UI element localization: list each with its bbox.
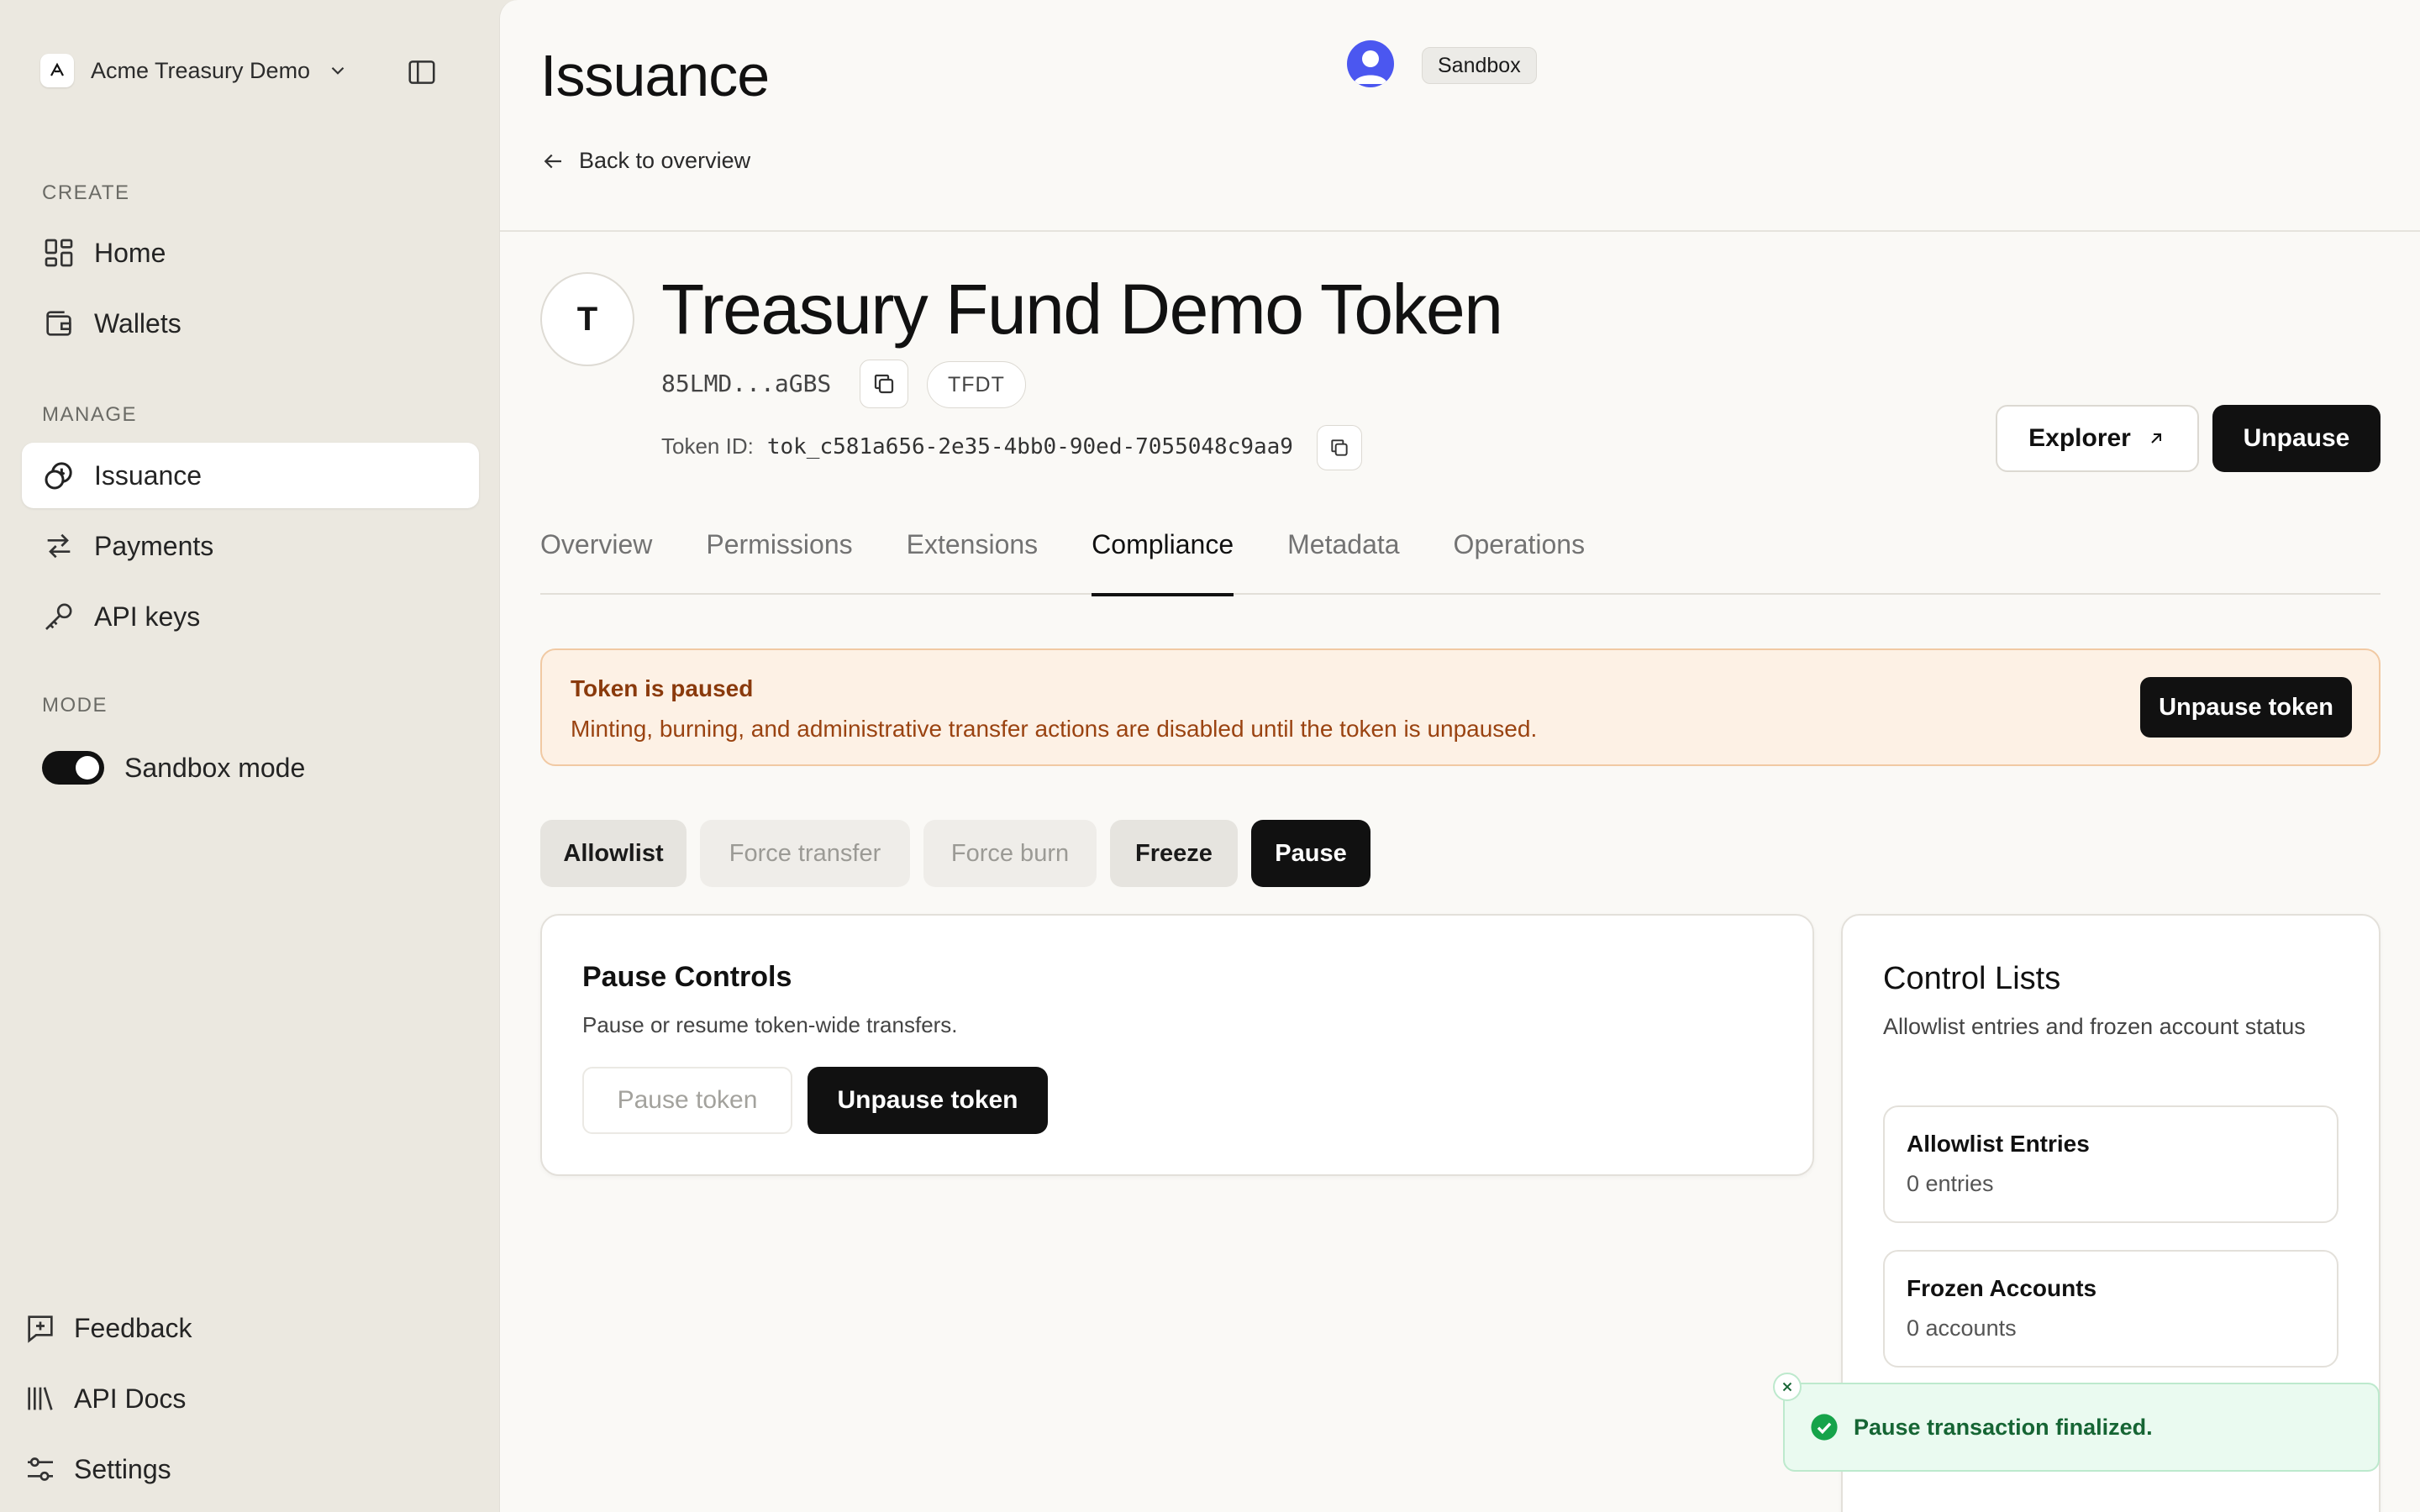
copy-address-button[interactable] (860, 360, 908, 408)
explorer-button-label: Explorer (2028, 424, 2131, 452)
back-link-label: Back to overview (579, 148, 751, 173)
sidebar-item-settings[interactable]: Settings (22, 1440, 476, 1499)
arrow-up-right-icon (2151, 433, 2161, 444)
control-lists-description: Allowlist entries and frozen account sta… (1883, 1014, 2306, 1039)
sidebar-item-home[interactable]: Home (22, 220, 479, 286)
sidebar-item-label: Home (94, 237, 166, 268)
tab-extensions[interactable]: Extensions (907, 521, 1039, 595)
close-icon (1782, 1382, 1792, 1392)
alert-unpause-token-button[interactable]: Unpause token (2140, 677, 2352, 738)
workspace-name: Acme Treasury Demo (91, 57, 311, 83)
header-divider (500, 230, 2420, 232)
key-icon (45, 603, 72, 630)
library-icon (28, 1387, 53, 1410)
sidebar-item-api-docs[interactable]: API Docs (22, 1369, 476, 1428)
sidebar-item-api-keys[interactable]: API keys (22, 584, 479, 649)
workspace-switcher[interactable]: Acme Treasury Demo (40, 47, 376, 94)
pause-controls-card: Pause Controls Pause or resume token-wid… (540, 914, 1814, 1176)
sidebar-toggle-icon (408, 60, 435, 84)
sidebar: Acme Treasury Demo CREATE Home Wallets M… (0, 0, 499, 1512)
paused-alert: Token is paused Minting, burning, and ad… (540, 648, 2381, 766)
workspace-logo-icon (40, 54, 74, 87)
toast-message: Pause transaction finalized. (1854, 1414, 2153, 1440)
alert-description: Minting, burning, and administrative tra… (571, 716, 1538, 742)
token-symbol-badge: TFDT (927, 361, 1026, 408)
success-toast: Pause transaction finalized. (1783, 1383, 2380, 1472)
chevron-down-icon (331, 66, 345, 75)
sidebar-item-feedback[interactable]: Feedback (22, 1299, 476, 1357)
allowlist-entries-value: 0 entries (1907, 1171, 1994, 1196)
sidebar-item-payments[interactable]: Payments (22, 513, 479, 579)
compliance-tab-force-burn[interactable]: Force burn (923, 820, 1097, 887)
frozen-accounts-title: Frozen Accounts (1907, 1275, 2097, 1301)
tab-metadata[interactable]: Metadata (1287, 521, 1399, 595)
frozen-accounts-card: Frozen Accounts 0 accounts (1883, 1250, 2338, 1368)
allowlist-entries-title: Allowlist Entries (1907, 1131, 2090, 1157)
toast-close-button[interactable] (1773, 1373, 1802, 1401)
tab-permissions[interactable]: Permissions (706, 521, 852, 595)
sidebar-item-label: Issuance (94, 459, 203, 491)
copy-icon (874, 374, 894, 394)
token-name: Treasury Fund Demo Token (661, 270, 1503, 349)
pause-token-button[interactable]: Pause token (582, 1067, 792, 1134)
arrows-swap-icon (47, 533, 71, 559)
user-avatar[interactable] (1347, 40, 1394, 87)
sidebar-item-label: Settings (74, 1453, 171, 1484)
token-id-value: tok_c581a656-2e35-4bb0-90ed-7055048c9aa9 (766, 433, 1293, 459)
compliance-tab-allowlist[interactable]: Allowlist (540, 820, 687, 887)
control-lists-title: Control Lists (1883, 961, 2061, 996)
back-to-overview-link[interactable]: Back to overview (540, 148, 750, 174)
tab-operations[interactable]: Operations (1454, 521, 1586, 595)
user-icon (1354, 50, 1387, 84)
section-label-mode: MODE (42, 694, 108, 717)
token-id-label: Token ID: (661, 433, 754, 459)
sidebar-item-label: Payments (94, 530, 214, 561)
alert-title: Token is paused (571, 675, 754, 701)
page-title: Issuance (540, 43, 770, 108)
pause-controls-title: Pause Controls (582, 961, 792, 993)
token-avatar: T (540, 272, 634, 366)
sidebar-item-wallets[interactable]: Wallets (22, 291, 479, 356)
sidebar-collapse-button[interactable] (403, 54, 440, 91)
sidebar-item-label: API keys (94, 601, 201, 632)
check-circle-icon (1811, 1414, 1838, 1441)
sliders-icon (28, 1457, 53, 1481)
wallet-icon (46, 311, 71, 336)
copy-token-id-button[interactable] (1317, 425, 1362, 470)
arrow-left-icon (544, 154, 561, 168)
sidebar-item-label: Feedback (74, 1312, 192, 1343)
feedback-icon (28, 1315, 53, 1343)
section-label-manage: MANAGE (42, 403, 138, 426)
tab-compliance[interactable]: Compliance (1092, 521, 1234, 596)
token-tabs: Overview Permissions Extensions Complian… (540, 521, 2381, 596)
sidebar-item-issuance[interactable]: Issuance (22, 443, 479, 508)
sidebar-item-label: Wallets (94, 307, 182, 339)
compliance-tab-force-transfer[interactable]: Force transfer (700, 820, 910, 887)
explorer-button[interactable]: Explorer (1996, 405, 2199, 472)
frozen-accounts-value: 0 accounts (1907, 1315, 2017, 1341)
token-address: 85LMD...aGBS (661, 370, 832, 397)
unpause-button[interactable]: Unpause (2212, 405, 2381, 472)
section-label-create: CREATE (42, 181, 130, 204)
unpause-token-button[interactable]: Unpause token (808, 1067, 1048, 1134)
environment-badge: Sandbox (1422, 47, 1537, 84)
token-id-row: Token ID: tok_c581a656-2e35-4bb0-90ed-70… (661, 433, 1293, 459)
sandbox-mode-label: Sandbox mode (124, 752, 306, 783)
allowlist-entries-card: Allowlist Entries 0 entries (1883, 1105, 2338, 1223)
grid-icon (45, 239, 73, 267)
tab-overview[interactable]: Overview (540, 521, 652, 595)
sandbox-mode-toggle[interactable] (42, 751, 104, 785)
compliance-tab-freeze[interactable]: Freeze (1110, 820, 1238, 887)
coins-icon (45, 462, 72, 490)
compliance-tab-pause[interactable]: Pause (1251, 820, 1370, 887)
main-content: Issuance Back to overview Sandbox T Trea… (499, 0, 2420, 1512)
pause-controls-description: Pause or resume token-wide transfers. (582, 1012, 958, 1037)
sidebar-item-label: API Docs (74, 1383, 187, 1414)
copy-icon (1331, 439, 1348, 456)
sandbox-mode-row: Sandbox mode (42, 744, 305, 791)
